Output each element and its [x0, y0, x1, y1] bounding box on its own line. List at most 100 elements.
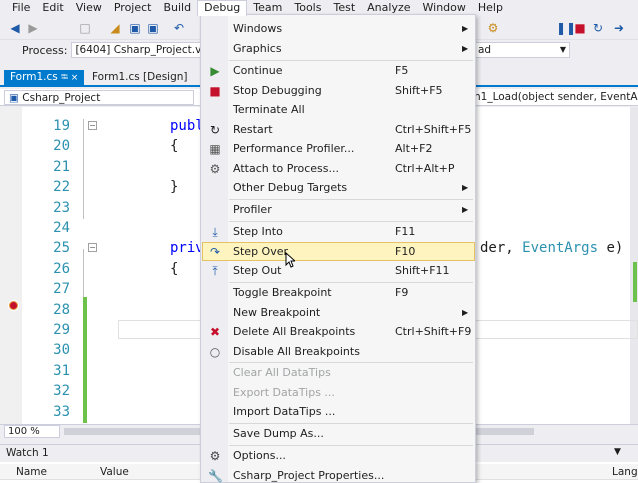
- menu-item-export-datatips: Export DataTips ...: [202, 383, 475, 403]
- menu-window[interactable]: Window: [417, 0, 472, 15]
- menu-item-shortcut: Shift+F5: [395, 83, 443, 97]
- menu-tools[interactable]: Tools: [288, 0, 327, 15]
- menu-item-toggle-breakpoint[interactable]: Toggle Breakpoint F9: [202, 283, 475, 303]
- menu-item-profiler[interactable]: Profiler ▶: [202, 200, 475, 220]
- back-icon[interactable]: ◀: [8, 21, 22, 35]
- zoom-combo[interactable]: 100 %: [4, 425, 60, 438]
- menu-item-label: Stop Debugging: [233, 83, 322, 97]
- play-icon: ▶: [210, 64, 220, 78]
- menu-item-step-out[interactable]: ⤒ Step Out Shift+F11: [202, 261, 475, 281]
- menu-project[interactable]: Project: [108, 0, 158, 15]
- menu-item-other-debug-targets[interactable]: Other Debug Targets ▶: [202, 178, 475, 198]
- line-number: 24: [53, 220, 70, 236]
- line-number: 27: [53, 281, 70, 298]
- menu-bar: File Edit View Project Build Debug Team …: [0, 0, 638, 16]
- param-text: e): [598, 240, 624, 257]
- menu-item-save-dump-as[interactable]: Save Dump As...: [202, 424, 475, 444]
- menu-view[interactable]: View: [70, 0, 108, 15]
- menu-item-label: Disable All Breakpoints: [233, 344, 360, 358]
- restart-icon: ↻: [209, 122, 221, 137]
- tab-form1-design[interactable]: Form1.cs [Design]: [86, 70, 194, 85]
- open-file-icon[interactable]: ◢: [108, 21, 122, 35]
- tab-form1-cs[interactable]: Form1.cs ⭾ ×: [4, 70, 85, 85]
- menu-item-continue[interactable]: ▶ Continue F5: [202, 61, 475, 81]
- profiler-icon: ▦: [209, 142, 221, 156]
- menu-item-restart[interactable]: ↻ Restart Ctrl+Shift+F5: [202, 120, 475, 140]
- menu-item-terminate-all[interactable]: Terminate All: [202, 100, 475, 120]
- stop-toolbar-icon[interactable]: ■: [573, 21, 587, 35]
- watch-col-lang[interactable]: Lang: [612, 464, 638, 480]
- project-combo[interactable]: ▣ Csharp_Project: [4, 90, 194, 105]
- menu-item-label: Clear All DataTips: [233, 366, 331, 379]
- menu-analyze[interactable]: Analyze: [361, 0, 416, 15]
- member-combo[interactable]: n1_Load(object sender, EventArgs e: [474, 90, 638, 105]
- collapse-icon[interactable]: −: [88, 121, 97, 130]
- save-icon[interactable]: ▣: [128, 21, 142, 35]
- menu-item-project-properties[interactable]: 🔧 Csharp_Project Properties...: [202, 466, 475, 483]
- menu-item-import-datatips[interactable]: Import DataTips ...: [202, 402, 475, 422]
- menu-item-stop-debugging[interactable]: ■ Stop Debugging Shift+F5: [202, 81, 475, 101]
- menu-item-attach-to-process[interactable]: ⚙ Attach to Process... Ctrl+Alt+P: [202, 159, 475, 179]
- menu-file[interactable]: File: [6, 0, 36, 15]
- menu-item-label: Save Dump As...: [233, 427, 324, 440]
- menu-edit[interactable]: Edit: [36, 0, 69, 15]
- csharp-project-icon: ▣: [9, 92, 19, 104]
- menu-team[interactable]: Team: [247, 0, 288, 15]
- menu-item-step-into[interactable]: ⤓ Step Into F11: [202, 222, 475, 242]
- menu-item-step-over[interactable]: ↷ Step Over F10: [202, 241, 475, 261]
- menu-item-shortcut: F11: [395, 225, 416, 238]
- menu-item-label: Windows: [233, 22, 283, 35]
- menu-item-windows[interactable]: Windows ▶: [202, 19, 475, 39]
- menu-item-new-breakpoint[interactable]: New Breakpoint ▶: [202, 303, 475, 323]
- menu-item-shortcut: Ctrl+Shift+F5: [395, 122, 472, 136]
- undo-icon[interactable]: ↶: [172, 21, 186, 35]
- breakpoint-icon[interactable]: [8, 300, 19, 311]
- code-text: {: [170, 260, 179, 277]
- submenu-arrow-icon: ▶: [462, 183, 469, 192]
- pause-icon[interactable]: ❚❚: [556, 21, 576, 35]
- menu-item-graphics[interactable]: Graphics ▶: [202, 39, 475, 59]
- menu-item-performance-profiler[interactable]: ▦ Performance Profiler... Alt+F2: [202, 139, 475, 159]
- show-next-statement-icon[interactable]: ➜: [612, 21, 626, 35]
- menu-test[interactable]: Test: [327, 0, 361, 15]
- line-number: 32: [53, 383, 70, 400]
- process-combo[interactable]: [6404] Csharp_Project.vshost: [71, 42, 212, 58]
- menu-item-label: Attach to Process...: [233, 161, 339, 175]
- restart-toolbar-icon[interactable]: ↻: [591, 21, 605, 35]
- line-number: 23: [53, 199, 70, 216]
- submenu-arrow-icon: ▶: [462, 43, 469, 53]
- menu-item-label: Other Debug Targets: [233, 181, 348, 194]
- mouse-cursor-icon: [285, 252, 295, 268]
- menu-item-label: Export DataTips ...: [233, 385, 335, 399]
- menu-help[interactable]: Help: [472, 0, 509, 15]
- breakpoint-margin[interactable]: [0, 107, 22, 424]
- delete-breakpoints-icon: ✖: [209, 325, 221, 339]
- menu-item-delete-all-breakpoints[interactable]: ✖ Delete All Breakpoints Ctrl+Shift+F9: [202, 322, 475, 342]
- gear-icon: ⚙: [209, 449, 221, 463]
- code-text: publ: [170, 118, 204, 134]
- menu-item-shortcut: Alt+F2: [395, 142, 433, 155]
- forward-icon[interactable]: ▶: [26, 21, 40, 35]
- watch-col-name[interactable]: Name: [16, 464, 47, 480]
- menu-debug[interactable]: Debug: [197, 0, 248, 16]
- menu-item-shortcut: F9: [395, 286, 409, 299]
- line-number: 20: [53, 138, 70, 155]
- chevron-down-icon[interactable]: ▼: [614, 447, 621, 457]
- watch-col-value[interactable]: Value: [100, 464, 129, 480]
- collapse-icon[interactable]: −: [88, 243, 97, 253]
- menu-item-clear-all-datatips: Clear All DataTips: [202, 363, 475, 383]
- tab-label: Form1.cs: [10, 71, 58, 83]
- new-project-icon[interactable]: □: [78, 21, 92, 35]
- menu-build[interactable]: Build: [157, 0, 197, 15]
- wrench-icon: 🔧: [208, 468, 223, 483]
- menu-item-label: Options...: [233, 449, 286, 462]
- param-type: EventArgs: [522, 240, 599, 257]
- submenu-arrow-icon: ▶: [462, 307, 469, 317]
- stack-frame-combo[interactable]: ad ▼: [474, 42, 570, 58]
- menu-item-label: Profiler: [233, 203, 272, 216]
- save-all-icon[interactable]: ▣: [146, 21, 160, 35]
- menu-item-options[interactable]: ⚙ Options...: [202, 446, 475, 466]
- hot-reload-icon[interactable]: ⚙: [486, 21, 500, 35]
- menu-item-disable-all-breakpoints[interactable]: ○ Disable All Breakpoints: [202, 342, 475, 362]
- pin-close-icon[interactable]: ⭾ ×: [61, 73, 78, 83]
